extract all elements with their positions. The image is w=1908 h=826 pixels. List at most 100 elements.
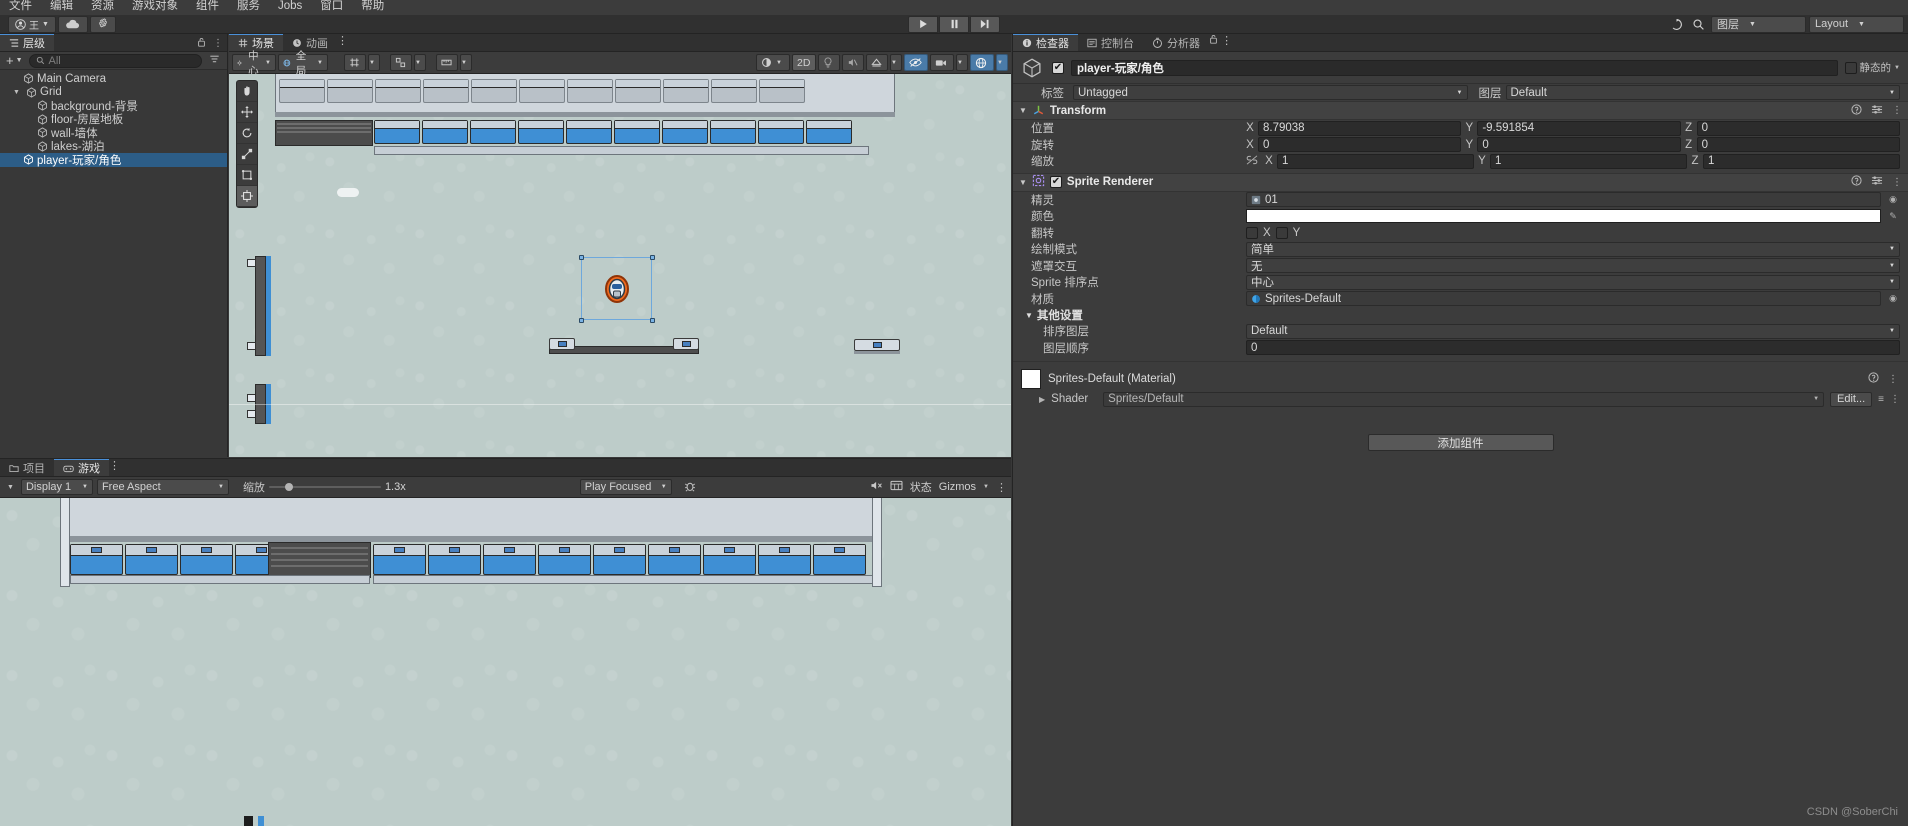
- position-z-field[interactable]: 0: [1696, 120, 1900, 136]
- menu-item-services[interactable]: 服务: [228, 0, 269, 13]
- transform-component-header[interactable]: ▼ Transform ⋮: [1013, 101, 1908, 120]
- color-swatch-field[interactable]: [1246, 209, 1881, 224]
- menu-item-assets[interactable]: 资源: [82, 0, 123, 13]
- fx-toggle[interactable]: [866, 54, 888, 71]
- gizmos-dropdown[interactable]: ▼: [996, 54, 1008, 71]
- scene-visibility-toggle[interactable]: [904, 54, 928, 71]
- tab-hierarchy[interactable]: 层级: [0, 34, 54, 51]
- list-icon[interactable]: ≡: [1878, 394, 1884, 405]
- gizmos-label[interactable]: Gizmos: [939, 481, 976, 493]
- shading-mode-dropdown[interactable]: ▼: [756, 54, 790, 71]
- lock-icon[interactable]: [197, 37, 206, 50]
- preset-icon[interactable]: [1871, 175, 1883, 189]
- help-icon[interactable]: [1868, 372, 1879, 386]
- draw-mode-dropdown[interactable]: 简单 ▼: [1246, 241, 1900, 257]
- selection-handle-tr[interactable]: [650, 255, 655, 260]
- search-button[interactable]: [1689, 16, 1708, 33]
- hierarchy-item-main-camera[interactable]: Main Camera: [0, 72, 227, 86]
- menu-item-file[interactable]: 文件: [0, 0, 41, 13]
- static-toggle[interactable]: 静态的 ▼: [1844, 60, 1902, 75]
- scale-y-field[interactable]: 1: [1490, 153, 1687, 169]
- step-button[interactable]: [970, 15, 1000, 33]
- cloud-button[interactable]: [57, 15, 88, 33]
- pivot-rotation-dropdown[interactable]: 全局 ▼: [278, 50, 328, 77]
- account-button[interactable]: 王 ▼: [8, 15, 56, 33]
- flip-y-checkbox[interactable]: [1275, 226, 1288, 239]
- aspect-dropdown[interactable]: Free Aspect ▼: [96, 479, 229, 495]
- filter-icon[interactable]: [206, 54, 223, 67]
- snap-increment-button[interactable]: [390, 54, 412, 71]
- hierarchy-add-button[interactable]: + ▼: [4, 54, 25, 67]
- position-x-field[interactable]: 8.79038: [1258, 120, 1462, 136]
- tab-game[interactable]: 游戏: [54, 459, 109, 476]
- hierarchy-item-wall[interactable]: wall-墙体: [0, 126, 227, 140]
- kebab-icon[interactable]: ⋮: [1892, 177, 1902, 188]
- selection-handle-bl[interactable]: [579, 318, 584, 323]
- kebab-icon[interactable]: ⋮: [1888, 374, 1898, 385]
- sorting-layer-dropdown[interactable]: Default ▼: [1246, 323, 1900, 339]
- object-enabled-checkbox[interactable]: ✔: [1052, 61, 1064, 74]
- hierarchy-item-player[interactable]: player-玩家/角色: [0, 153, 227, 167]
- play-button[interactable]: [908, 15, 938, 33]
- menu-item-gameobject[interactable]: 游戏对象: [123, 0, 187, 13]
- tab-profiler[interactable]: 分析器: [1143, 34, 1209, 51]
- collab-button[interactable]: [1667, 16, 1686, 33]
- stats-label[interactable]: 状态: [910, 479, 932, 495]
- kebab-icon[interactable]: ⋮: [337, 35, 348, 47]
- lighting-toggle[interactable]: [818, 54, 840, 71]
- scale-slider-knob[interactable]: [284, 483, 293, 491]
- scale-slider[interactable]: [268, 480, 381, 494]
- sprite-renderer-enabled-checkbox[interactable]: ✔: [1049, 176, 1062, 188]
- link-off-icon[interactable]: [1246, 155, 1258, 168]
- display-dropdown[interactable]: Display 1 ▼: [20, 479, 93, 495]
- scale-x-field[interactable]: 1: [1277, 153, 1474, 169]
- layers-dropdown[interactable]: 图层 ▼: [1711, 15, 1806, 33]
- pivot-mode-dropdown[interactable]: 中心 ▼: [232, 50, 276, 77]
- chevron-down-icon[interactable]: ▼: [983, 484, 989, 490]
- sort-point-dropdown[interactable]: 中心 ▼: [1246, 274, 1900, 290]
- cloud-settings-button[interactable]: [89, 15, 116, 33]
- scale-tool-button[interactable]: [237, 144, 257, 165]
- selection-handle-br[interactable]: [650, 318, 655, 323]
- lock-icon[interactable]: [1209, 35, 1221, 47]
- layout-dropdown[interactable]: Layout ▼: [1809, 15, 1904, 33]
- chevron-right-icon[interactable]: ▶: [1039, 395, 1045, 404]
- static-checkbox[interactable]: [1844, 61, 1857, 74]
- kebab-icon[interactable]: ⋮: [213, 38, 223, 49]
- object-name-field[interactable]: player-玩家/角色: [1071, 59, 1838, 76]
- hierarchy-search-input[interactable]: All: [28, 53, 202, 68]
- tab-inspector[interactable]: 检查器: [1013, 34, 1078, 51]
- sprite-object-field[interactable]: 01: [1246, 192, 1881, 208]
- edit-shader-button[interactable]: Edit...: [1830, 391, 1873, 407]
- mask-dropdown[interactable]: 无 ▼: [1246, 258, 1900, 274]
- menu-item-window[interactable]: 窗口: [311, 0, 352, 13]
- add-component-button[interactable]: 添加组件: [1367, 434, 1554, 451]
- toggle-2d-button[interactable]: 2D: [792, 54, 816, 71]
- tab-project[interactable]: 项目: [0, 459, 54, 476]
- shader-dropdown[interactable]: Sprites/Default ▼: [1103, 391, 1825, 407]
- extra-settings-header[interactable]: ▼ 其他设置: [1013, 307, 1908, 323]
- layer-dropdown[interactable]: Default ▼: [1505, 85, 1900, 100]
- mute-audio-icon[interactable]: [870, 480, 883, 494]
- bug-icon[interactable]: [676, 480, 696, 495]
- chevron-down-icon[interactable]: ▼: [1019, 106, 1027, 115]
- fx-dropdown[interactable]: ▼: [890, 54, 902, 71]
- camera-settings-button[interactable]: [930, 54, 954, 71]
- flip-x-checkbox[interactable]: [1246, 226, 1258, 239]
- chevron-down-icon[interactable]: ▼: [1025, 311, 1033, 320]
- kebab-icon[interactable]: ⋮: [996, 481, 1007, 494]
- pause-button[interactable]: [939, 15, 969, 33]
- kebab-icon[interactable]: ⋮: [1221, 35, 1232, 47]
- play-mode-dropdown[interactable]: Play Focused ▼: [579, 479, 672, 495]
- hand-tool-button[interactable]: [237, 81, 257, 102]
- game-canvas[interactable]: [0, 498, 1011, 826]
- camera-dropdown[interactable]: ▼: [956, 54, 968, 71]
- chevron-down-icon[interactable]: ▼: [1019, 178, 1027, 187]
- rotation-x-field[interactable]: 0: [1258, 137, 1462, 153]
- menu-item-jobs[interactable]: Jobs: [269, 0, 311, 13]
- audio-toggle[interactable]: [842, 54, 864, 71]
- menu-item-component[interactable]: 组件: [187, 0, 228, 13]
- selection-handle-tl[interactable]: [579, 255, 584, 260]
- kebab-icon[interactable]: ⋮: [109, 460, 120, 472]
- transform-tool-button[interactable]: [237, 186, 257, 207]
